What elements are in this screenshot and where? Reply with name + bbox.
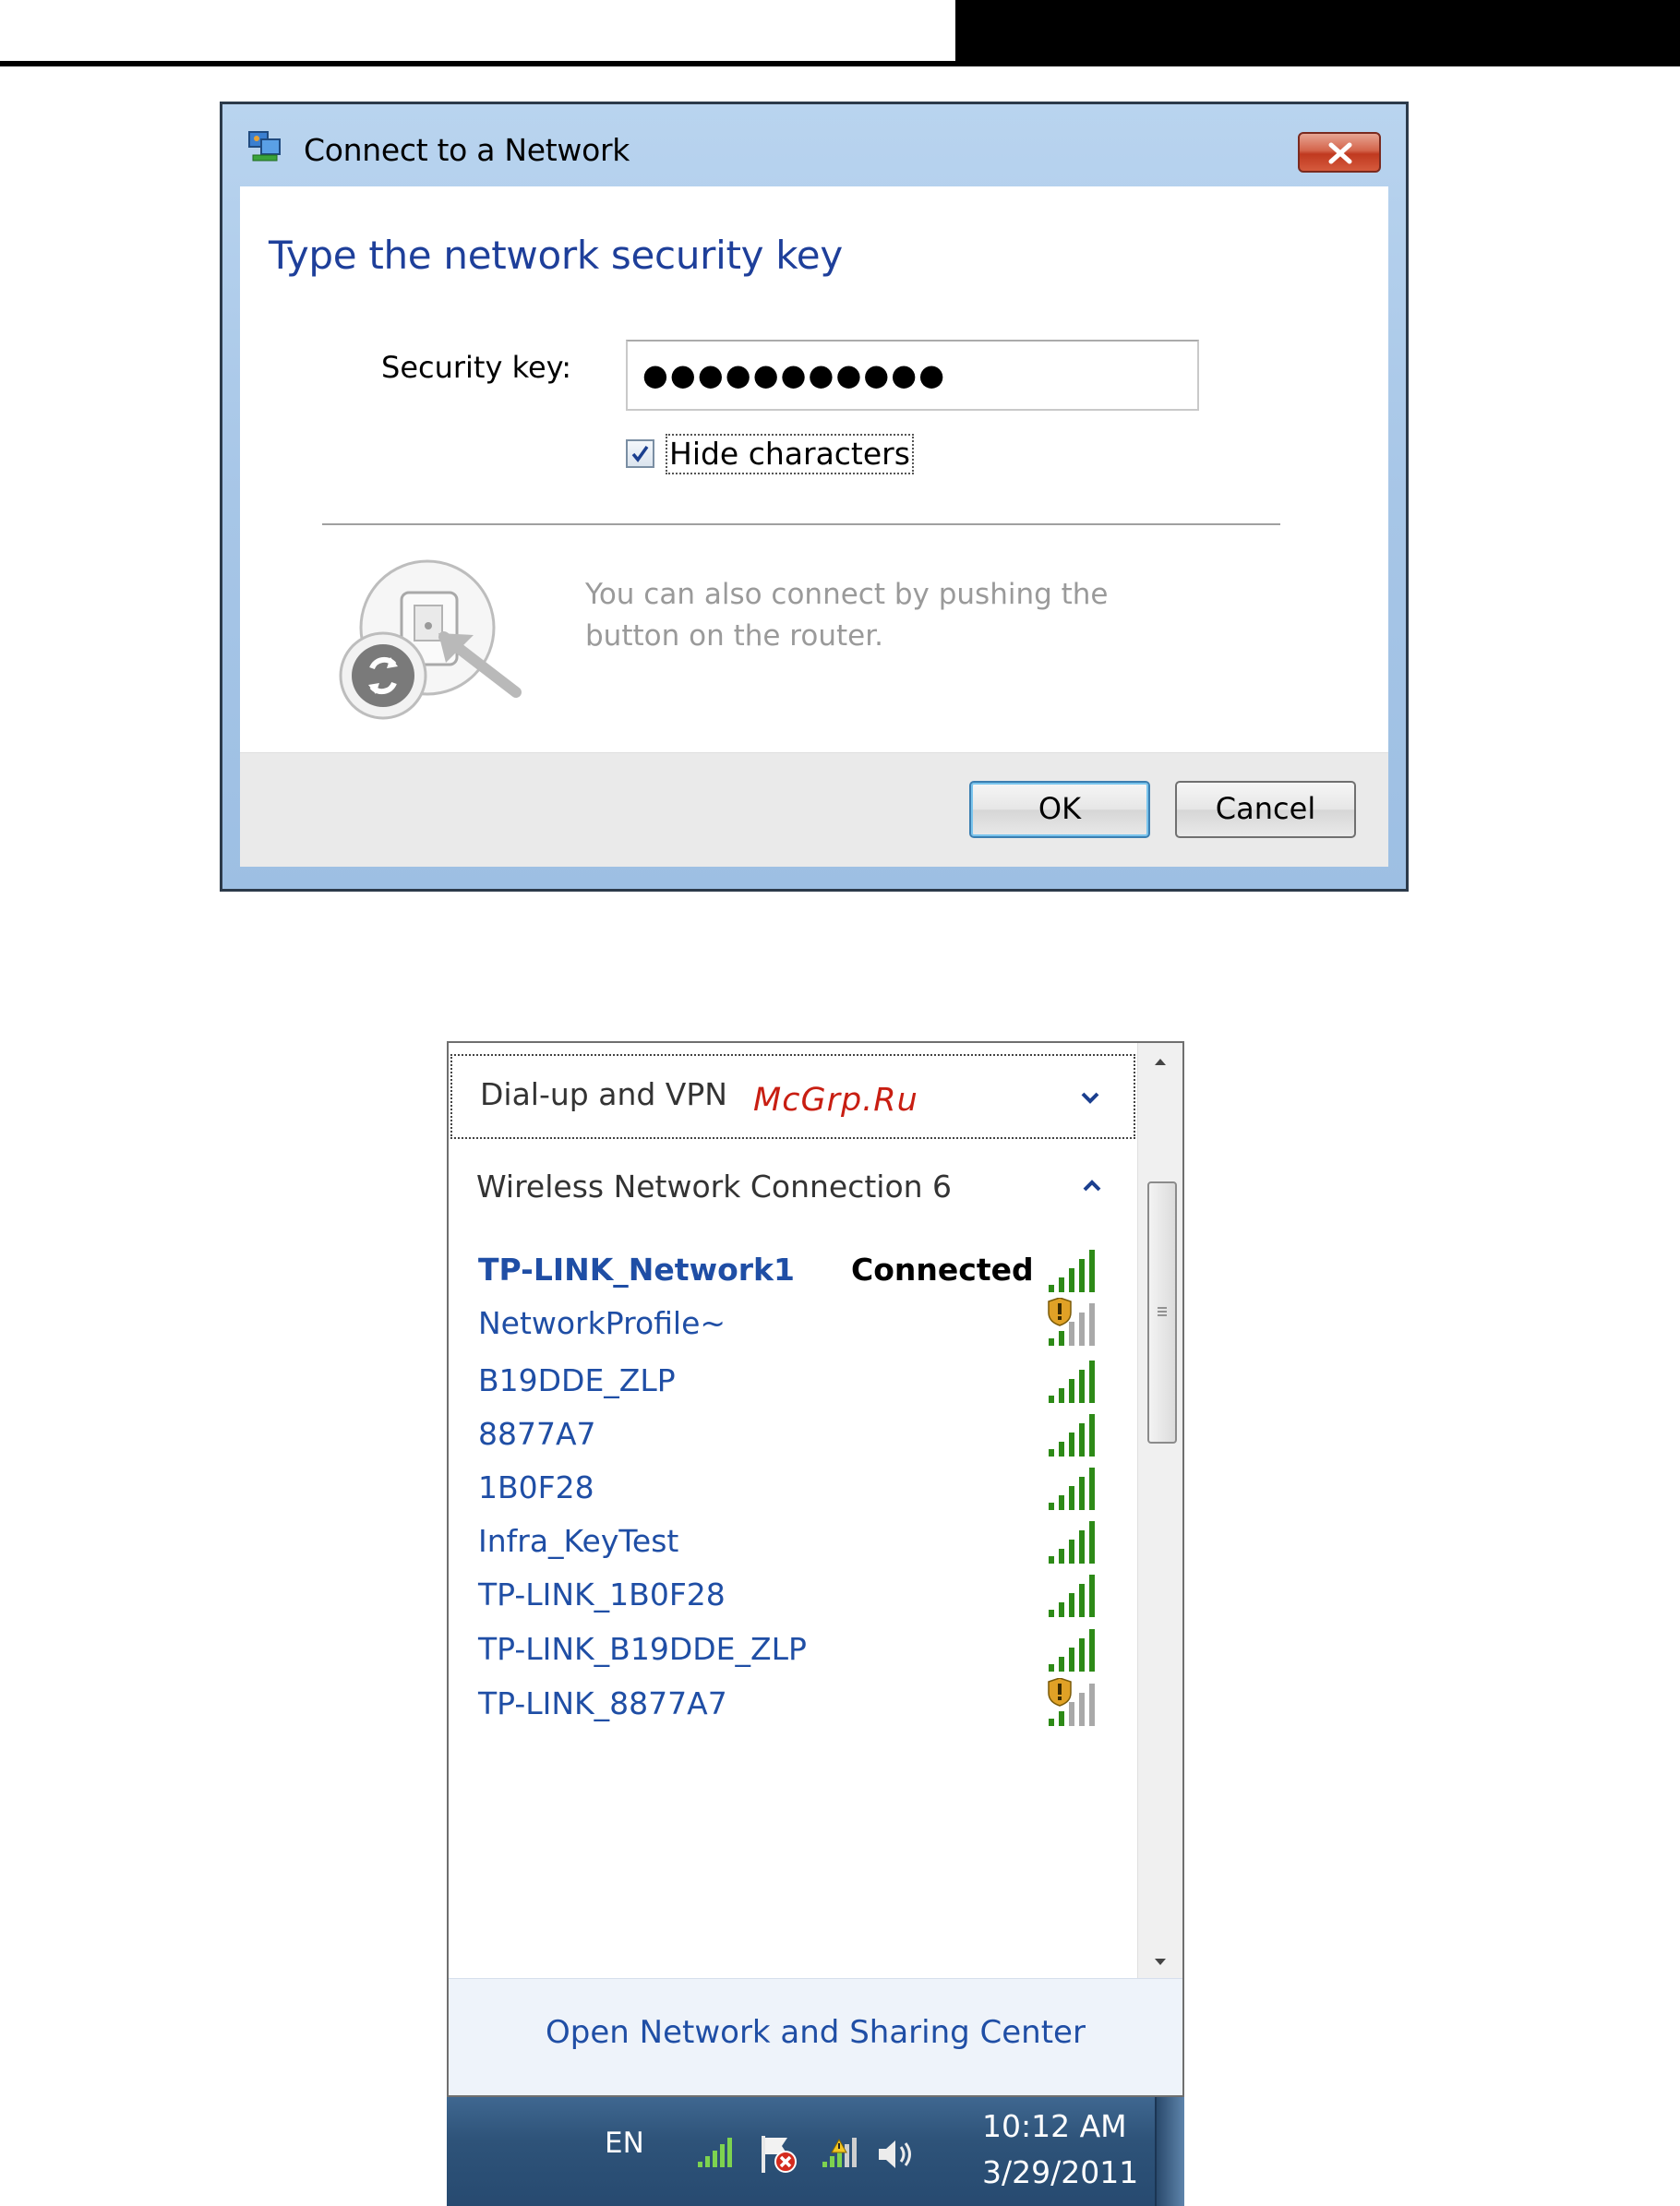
network-item[interactable]: TP-LINK_1B0F28 [449,1569,1137,1623]
signal-bars-icon [1049,1361,1095,1403]
header-block [955,0,1680,66]
network-name: Infra_KeyTest [478,1523,679,1559]
chevron-up-icon[interactable] [1082,1180,1102,1193]
wps-hint: You can also connect by pushing the butt… [585,578,1109,653]
network-name: TP-LINK_8877A7 [478,1685,727,1721]
scroll-grip-icon [1158,1307,1167,1316]
close-icon [1328,142,1352,164]
scroll-up-icon [1155,1059,1166,1065]
signal-bars-icon [1049,1414,1095,1457]
scrollbar[interactable] [1137,1043,1182,1981]
network-item[interactable]: TP-LINK_B19DDE_ZLP [449,1624,1137,1677]
network-item[interactable]: NetworkProfile~ [449,1298,1137,1351]
network-flyout: Dial-up and VPN McGrp.Ru Wireless Networ… [447,1041,1184,2097]
network-item[interactable]: TP-LINK_8877A7 [449,1678,1137,1732]
network-name: NetworkProfile~ [478,1305,726,1341]
ok-button[interactable]: OK [969,781,1150,838]
scroll-thumb[interactable] [1147,1181,1177,1444]
hide-characters-check[interactable] [626,439,654,468]
wireless-connection-title: Wireless Network Connection 6 [476,1169,953,1205]
network-name: TP-LINK_1B0F28 [478,1577,726,1613]
network-item[interactable]: 8877A7 [449,1409,1137,1462]
network-item[interactable]: TP-LINK_Network1 Connected [449,1244,1137,1298]
dialog-heading: Type the network security key [269,233,843,278]
network-name: B19DDE_ZLP [478,1362,676,1398]
cancel-button[interactable]: Cancel [1175,781,1356,838]
connect-network-dialog: Connect to a Network Type the network se… [220,102,1409,892]
hide-characters-label[interactable]: Hide characters [666,434,914,474]
network-connect-icon [247,130,282,163]
dialog-button-bar: OK Cancel [240,752,1388,867]
security-key-label: Security key: [381,350,572,385]
checkmark-icon [631,445,649,462]
dialup-vpn-title: Dial-up and VPN [480,1076,727,1112]
network-name: TP-LINK_Network1 [478,1252,795,1288]
chevron-down-icon[interactable] [1080,1091,1100,1104]
network-name: TP-LINK_B19DDE_ZLP [478,1631,807,1667]
signal-bars-icon [1049,1575,1095,1617]
separator [322,523,1280,525]
shield-warning-icon [1048,1678,1072,1707]
taskbar-tray: EN 10:12 AM 3/29/2011 [447,2097,1184,2206]
network-tray-icon[interactable] [694,2132,738,2176]
scroll-down-icon [1155,1959,1166,1965]
network-item[interactable]: 1B0F28 [449,1462,1137,1516]
language-indicator[interactable]: EN [605,2127,644,2160]
dialog-content: Type the network security key Security k… [240,186,1388,867]
signal-bars-icon [1049,1250,1095,1292]
show-desktop-button[interactable] [1155,2097,1184,2206]
scroll-up-button[interactable] [1138,1043,1182,1080]
action-center-flag-icon[interactable] [756,2132,800,2176]
network-list: Dial-up and VPN McGrp.Ru Wireless Networ… [449,1043,1137,1981]
network-warning-tray-icon[interactable] [819,2132,863,2176]
network-status: Connected [851,1252,1034,1288]
signal-bars-icon [1048,1298,1095,1346]
open-network-sharing-center-link[interactable]: Open Network and Sharing Center [449,2014,1182,2051]
wps-router-icon [335,554,557,738]
signal-bars-icon [1049,1629,1095,1672]
scroll-down-button[interactable] [1138,1944,1182,1981]
dialog-titlebar[interactable]: Connect to a Network [222,104,1406,174]
dialog-title: Connect to a Network [304,132,630,168]
clock-date[interactable]: 3/29/2011 [982,2154,1138,2190]
flyout-footer: Open Network and Sharing Center [449,1978,1182,2095]
network-item[interactable]: B19DDE_ZLP [449,1355,1137,1409]
shield-warning-icon [1048,1298,1072,1326]
close-button[interactable] [1298,132,1381,173]
network-name: 8877A7 [478,1416,596,1452]
clock-time[interactable]: 10:12 AM [982,2108,1127,2144]
network-item[interactable]: Infra_KeyTest [449,1516,1137,1569]
header-rule [0,61,955,66]
signal-bars-icon [1048,1678,1095,1726]
watermark: McGrp.Ru [753,1082,918,1119]
volume-icon[interactable] [873,2132,918,2176]
signal-bars-icon [1049,1521,1095,1564]
network-name: 1B0F28 [478,1469,594,1505]
signal-bars-icon [1049,1468,1095,1510]
security-key-input[interactable]: ●●●●●●●●●●● [626,340,1199,411]
